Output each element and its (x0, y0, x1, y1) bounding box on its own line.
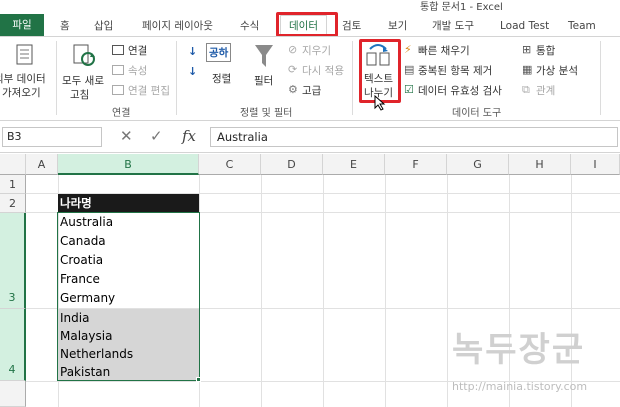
custom-sort-icon-label[interactable]: 공하 (206, 43, 232, 62)
insert-function-icon[interactable]: fx (182, 127, 196, 145)
row-header-4[interactable]: 4 (0, 309, 26, 381)
grid-line (385, 175, 386, 407)
grid-line (447, 175, 448, 407)
relationships-button[interactable]: 관계 (536, 83, 555, 98)
column-header-e[interactable]: E (323, 154, 385, 175)
tab-team[interactable]: Team (568, 16, 596, 36)
column-header-d[interactable]: D (261, 154, 323, 175)
filter-button[interactable]: 필터 (254, 73, 273, 88)
grid-line (509, 175, 510, 407)
column-header-b[interactable]: B (58, 154, 199, 175)
mouse-cursor-icon (374, 95, 386, 111)
external-data-icon (16, 44, 33, 65)
sort-descending-icon[interactable]: ↓ (188, 65, 197, 78)
formula-bar: B3 ✕ ✓ fx Australia (0, 122, 620, 153)
filter-icon (255, 45, 273, 67)
connections-icon (112, 45, 124, 55)
reapply-icon: ⟳ (288, 63, 298, 76)
refresh-all-label-1[interactable]: 모두 새로 (62, 73, 104, 88)
column-header-a[interactable]: A (26, 154, 58, 175)
group-connections-label: 연결 (112, 108, 131, 119)
tab-file[interactable]: 파일 (0, 14, 44, 36)
group-sort-filter-label: 정렬 및 필터 (240, 108, 293, 119)
row-header-5[interactable] (0, 381, 26, 407)
sort-ascending-icon[interactable]: ↓ (188, 45, 197, 58)
enter-icon[interactable]: ✓ (150, 127, 163, 145)
fill-handle[interactable] (196, 377, 201, 382)
advanced-button[interactable]: 고급 (302, 83, 321, 98)
clear-icon: ⊘ (288, 43, 298, 56)
connections-button[interactable]: 연결 (128, 43, 147, 58)
clear-button[interactable]: 지우기 (302, 43, 331, 58)
tab-formulas[interactable]: 수식 (240, 16, 259, 36)
cell-b2[interactable]: 나라명 (58, 194, 199, 213)
ribbon: 외부 데이터 가져오기 모두 새로 고침 연결 속성 연결 편집 연결 ↓ ↓ … (0, 36, 620, 121)
tab-insert[interactable]: 삽입 (94, 16, 113, 36)
watermark-text: 녹두장군 (452, 330, 586, 370)
remove-duplicates-button[interactable]: 중복된 항목 제거 (418, 63, 492, 78)
ribbon-separator (352, 41, 353, 115)
column-header-i[interactable]: I (571, 154, 620, 175)
flash-fill-icon: ⚡ (404, 43, 412, 56)
sort-button[interactable]: 정렬 (212, 71, 231, 86)
row-header-2[interactable]: 2 (0, 194, 26, 213)
tab-review[interactable]: 검토 (342, 16, 361, 36)
data-validation-button[interactable]: 데이터 유효성 검사 (418, 83, 502, 98)
grid-line (261, 175, 262, 407)
properties-icon (112, 65, 124, 75)
name-box[interactable]: B3 (2, 127, 102, 147)
column-header-h[interactable]: H (509, 154, 571, 175)
column-header-f[interactable]: F (385, 154, 447, 175)
grid-line (323, 175, 324, 407)
consolidate-icon: ⊞ (522, 43, 532, 56)
ribbon-separator (600, 41, 601, 115)
column-header-c[interactable]: C (199, 154, 261, 175)
reapply-button[interactable]: 다시 적용 (302, 63, 344, 78)
consolidate-button[interactable]: 통합 (536, 43, 555, 58)
group-data-tools-label: 데이터 도구 (452, 108, 502, 119)
watermark-url: http://mainia.tistory.com (452, 380, 588, 393)
external-data-label-2[interactable]: 가져오기 (2, 85, 41, 100)
ribbon-separator (176, 41, 177, 115)
remove-duplicates-icon: ▤ (404, 63, 415, 76)
ribbon-separator (56, 41, 57, 115)
edit-links-button[interactable]: 연결 편집 (128, 83, 170, 98)
row-header-3[interactable]: 3 (0, 213, 26, 309)
column-header-g[interactable]: G (447, 154, 509, 175)
properties-button[interactable]: 속성 (128, 63, 147, 78)
tab-view[interactable]: 보기 (388, 16, 407, 36)
text-to-columns-highlight (359, 39, 401, 103)
row-header-1[interactable]: 1 (0, 175, 26, 194)
advanced-icon: ⚙ (288, 83, 298, 96)
selection-border (57, 212, 200, 381)
tab-page-layout[interactable]: 페이지 레이아웃 (142, 16, 213, 36)
title-bar: 통합 문서1 - Excel (0, 0, 620, 13)
grid-line (571, 175, 572, 407)
tab-load-test[interactable]: Load Test (500, 16, 549, 36)
what-if-button[interactable]: 가상 분석 (536, 63, 578, 78)
external-data-label-1[interactable]: 외부 데이터 (0, 71, 46, 86)
select-all-corner[interactable] (0, 154, 26, 175)
refresh-all-label-2[interactable]: 고침 (70, 87, 89, 102)
relationships-icon: ⧉ (522, 83, 530, 96)
flash-fill-button[interactable]: 빠른 채우기 (418, 43, 470, 58)
edit-links-icon (112, 85, 124, 95)
refresh-all-icon (73, 44, 95, 66)
data-validation-icon: ☑ (404, 83, 414, 96)
formula-input[interactable]: Australia (210, 127, 618, 147)
cancel-icon[interactable]: ✕ (120, 127, 133, 145)
what-if-icon: ▦ (522, 63, 533, 76)
data-tab-highlight (276, 12, 338, 37)
tab-developer[interactable]: 개발 도구 (432, 16, 474, 36)
tab-home[interactable]: 홈 (60, 16, 70, 36)
